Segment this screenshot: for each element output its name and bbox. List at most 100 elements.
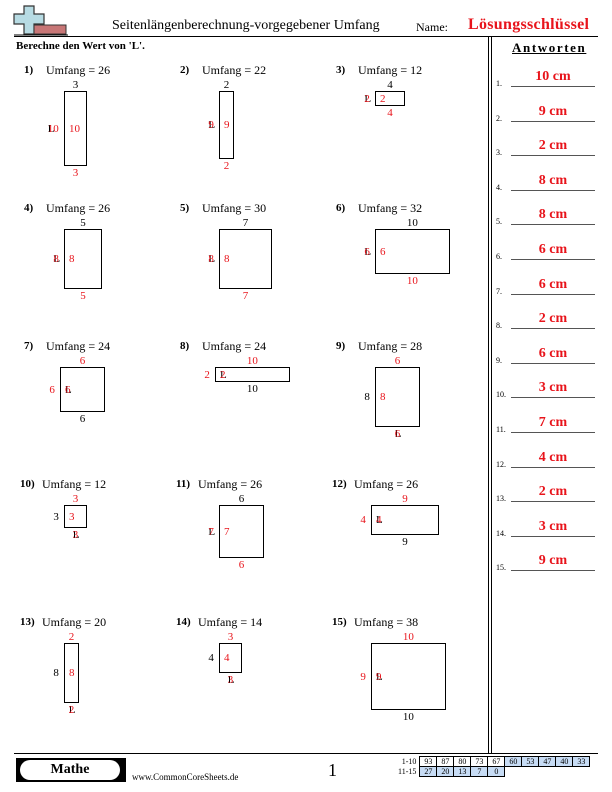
score-cell: 60 bbox=[504, 756, 523, 767]
side-label-bottom: 10 bbox=[246, 383, 258, 395]
side-label-right: 8 bbox=[380, 391, 386, 403]
problem-perimeter: Umfang = 26 bbox=[354, 477, 419, 491]
unknown-side-answer: 7 bbox=[208, 525, 214, 538]
answer-value: 6 cm bbox=[538, 276, 568, 292]
answer-blank[interactable] bbox=[511, 189, 595, 191]
answer-blank[interactable] bbox=[511, 466, 595, 468]
answer-blank[interactable] bbox=[511, 120, 595, 122]
answer-number: 11. bbox=[496, 425, 506, 434]
score-table: 1-10 93 87 80 73 67 60 53 47 40 33 11-15… bbox=[396, 756, 591, 777]
answer-row: 3. 2 cm bbox=[496, 137, 606, 157]
score-cell: 0 bbox=[487, 766, 506, 777]
footer-divider bbox=[14, 753, 598, 754]
answer-blank[interactable] bbox=[511, 328, 595, 330]
answer-blank[interactable] bbox=[511, 224, 595, 226]
answer-blank[interactable] bbox=[511, 501, 595, 503]
answer-blank[interactable] bbox=[511, 397, 595, 399]
problem-number: 4) bbox=[24, 202, 34, 214]
side-label-right: 8 bbox=[224, 253, 230, 265]
side-label-top: 10 bbox=[406, 217, 418, 229]
site-link[interactable]: www.CommonCoreSheets.de bbox=[132, 772, 238, 782]
answer-row: 5. 8 cm bbox=[496, 206, 606, 226]
answer-column-divider bbox=[491, 37, 492, 753]
name-value: Lösungsschlüssel bbox=[468, 16, 590, 33]
score-cell: 53 bbox=[521, 756, 540, 767]
answer-number: 13. bbox=[496, 494, 506, 504]
side-label-top: 4 bbox=[387, 79, 393, 91]
problem-perimeter: Umfang = 38 bbox=[354, 615, 419, 629]
answer-number: 6. bbox=[496, 252, 502, 261]
answer-number: 10. bbox=[496, 390, 506, 400]
side-label-right: 8 bbox=[69, 667, 75, 679]
problem-number: 12) bbox=[332, 478, 347, 490]
score-cell: 87 bbox=[436, 756, 455, 767]
answer-number: 12. bbox=[496, 459, 506, 469]
score-cell: 7 bbox=[470, 766, 489, 777]
problem-number: 14) bbox=[176, 616, 191, 628]
answer-value: 8 cm bbox=[538, 207, 568, 223]
side-label-bottom: 9 bbox=[402, 536, 408, 548]
header-divider bbox=[14, 36, 598, 37]
score-cell: 27 bbox=[419, 766, 438, 777]
logo-icon bbox=[13, 5, 68, 36]
problem-number: 10) bbox=[20, 478, 35, 490]
answer-blank[interactable] bbox=[511, 155, 595, 157]
answer-value: 6 cm bbox=[538, 345, 568, 361]
answers-heading: Antworten bbox=[512, 40, 587, 55]
side-label-right: 8 bbox=[69, 253, 75, 265]
answer-number: 9. bbox=[496, 355, 502, 365]
answer-blank[interactable] bbox=[511, 293, 595, 295]
score-cell: 73 bbox=[470, 756, 489, 767]
problem-perimeter: Umfang = 12 bbox=[42, 477, 107, 491]
answer-blank[interactable] bbox=[511, 86, 595, 87]
side-label-top: 2 bbox=[68, 631, 75, 643]
unknown-side-answer: 9 bbox=[376, 670, 382, 683]
problem-number: 3) bbox=[336, 64, 346, 76]
answer-value: 2 cm bbox=[538, 484, 568, 500]
side-label-left: 3 bbox=[53, 510, 59, 523]
answer-row: 9. 6 cm bbox=[496, 345, 606, 365]
answer-row: 4. 8 cm bbox=[496, 172, 606, 192]
problem-number: 1) bbox=[24, 64, 34, 76]
worksheet-title: Seitenlängenberechnung-vorgegebener Umfa… bbox=[112, 18, 380, 33]
answer-value: 6 cm bbox=[538, 242, 568, 257]
answer-number: 8. bbox=[496, 321, 502, 331]
problem-number: 7) bbox=[24, 340, 34, 352]
problem-perimeter: Umfang = 24 bbox=[202, 339, 267, 353]
side-label-bottom: 6 bbox=[238, 559, 245, 571]
answer-row: 13. 2 cm bbox=[496, 483, 606, 503]
answer-blank[interactable] bbox=[511, 535, 595, 537]
side-label-bottom: 2 bbox=[223, 160, 230, 172]
answer-row: 1. 10 cm bbox=[496, 68, 606, 88]
problem-number: 13) bbox=[20, 616, 35, 628]
side-label-right: 6 bbox=[380, 245, 386, 258]
answer-column-divider bbox=[488, 37, 489, 753]
unknown-side-answer: 10 bbox=[47, 122, 59, 135]
side-label-left: 6 bbox=[49, 383, 55, 396]
answer-blank[interactable] bbox=[511, 259, 595, 260]
unknown-side-answer: 8 bbox=[208, 253, 214, 265]
unknown-side-answer: 2 bbox=[68, 704, 75, 716]
answer-value: 2 cm bbox=[538, 311, 568, 327]
problem-perimeter: Umfang = 22 bbox=[202, 63, 267, 77]
answer-value: 9 cm bbox=[538, 103, 568, 119]
answer-number: 4. bbox=[496, 182, 502, 192]
answer-row: 2. 9 cm bbox=[496, 103, 606, 123]
answer-number: 7. bbox=[496, 286, 502, 296]
side-label-bottom: 4 bbox=[387, 107, 393, 119]
side-label-bottom: 7 bbox=[242, 290, 249, 302]
side-label-bottom: 10 bbox=[402, 711, 414, 723]
answer-value: 9 cm bbox=[538, 553, 568, 569]
score-cell: 40 bbox=[555, 756, 574, 767]
score-cell: 33 bbox=[572, 756, 591, 767]
score-cell: 80 bbox=[453, 756, 472, 767]
score-row-label: 11-15 bbox=[398, 767, 417, 776]
answer-blank[interactable] bbox=[511, 570, 595, 572]
unknown-side-answer: 2 bbox=[364, 92, 370, 105]
answer-row: 6. 6 cm bbox=[496, 241, 606, 261]
answer-number: 5. bbox=[496, 217, 502, 227]
instructions: Berechne den Wert von 'L'. bbox=[16, 40, 145, 52]
answer-blank[interactable] bbox=[511, 362, 595, 364]
problem-perimeter: Umfang = 14 bbox=[198, 615, 263, 629]
answer-blank[interactable] bbox=[511, 432, 595, 433]
